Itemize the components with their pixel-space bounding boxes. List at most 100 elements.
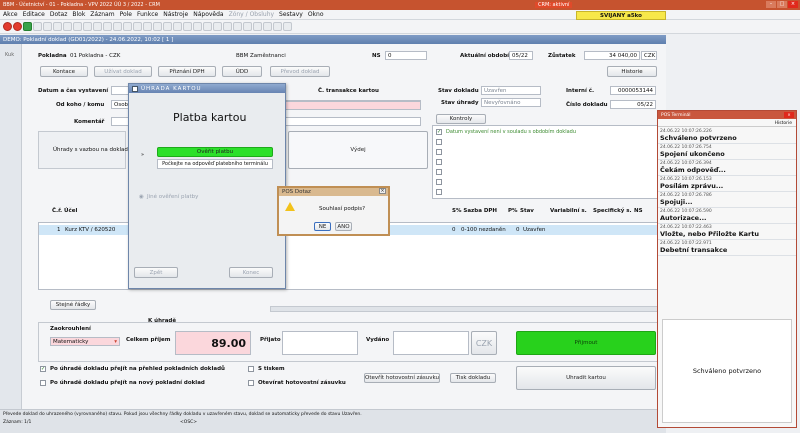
kontroly-check-1[interactable]: ✓	[436, 129, 442, 135]
aktualni-obdobi-field[interactable]: 05/22	[509, 51, 533, 60]
filter-icon[interactable]	[83, 22, 92, 31]
paste-icon[interactable]	[153, 22, 162, 31]
option-checkbox-2[interactable]	[40, 380, 46, 386]
list-item: 24.06.22 10:07:26.786 Spojuji...	[658, 192, 796, 208]
pos-no-button[interactable]: NE	[314, 222, 331, 231]
vydano-field[interactable]	[393, 331, 469, 355]
prizani-dph-button[interactable]: Přiznání DPH	[158, 66, 216, 77]
step-marker: »	[141, 152, 145, 158]
exit-icon[interactable]	[3, 22, 12, 31]
menu-item-napoveda[interactable]: Nápověda	[193, 11, 223, 18]
kontroly-check-4[interactable]	[436, 159, 442, 165]
delete-record-icon[interactable]	[43, 22, 52, 31]
zustatek-label: Zůstatek	[548, 53, 576, 59]
uhradit-kartou-button[interactable]: Uhradit kartou	[516, 366, 656, 390]
stejne-radky-button[interactable]: Stejné řádky	[50, 300, 96, 310]
kontroly-check-3[interactable]	[436, 149, 442, 155]
table-scrollbar[interactable]	[270, 306, 658, 312]
menu-item-okno[interactable]: Okno	[308, 11, 324, 18]
terminal-title-bar: POS Terminál ×	[658, 111, 796, 119]
od-koho-field[interactable]: Osob	[111, 100, 129, 109]
prijmout-button[interactable]: Přijmout	[516, 331, 656, 355]
minimize-icon[interactable]: –	[766, 1, 776, 8]
option-checkbox-4[interactable]	[248, 380, 254, 386]
next-record-icon[interactable]	[113, 22, 122, 31]
help-icon[interactable]	[283, 22, 292, 31]
menu-item-zony[interactable]: Zóny / Obsluhy	[229, 11, 274, 18]
od-koho-pink-field[interactable]	[285, 101, 421, 110]
calendar-icon[interactable]	[203, 22, 212, 31]
menu-item-editace[interactable]: Editace	[23, 11, 45, 18]
toolbar	[0, 20, 800, 34]
menu-item-funkce[interactable]: Funkce	[137, 11, 158, 18]
confirm-icon[interactable]	[23, 22, 32, 31]
pos-yes-button[interactable]: ANO	[335, 222, 352, 231]
menu-item-zaznam[interactable]: Záznam	[90, 11, 114, 18]
udd-button[interactable]: ÚDD	[222, 66, 262, 77]
prev-record-icon[interactable]	[103, 22, 112, 31]
check-icon[interactable]	[163, 22, 172, 31]
last-record-icon[interactable]	[123, 22, 132, 31]
datum-field[interactable]	[111, 86, 129, 95]
radio-icon[interactable]: ◉	[139, 194, 144, 200]
key-icon[interactable]	[173, 22, 182, 31]
kontroly-button[interactable]: Kontroly	[436, 114, 486, 124]
maximize-icon[interactable]: □	[777, 1, 787, 8]
option-checkbox-1[interactable]: ✓	[40, 366, 46, 372]
kontroly-check-5[interactable]	[436, 169, 442, 175]
copy-icon[interactable]	[143, 22, 152, 31]
overit-platbu-button[interactable]: Ověřit platbu	[157, 147, 273, 157]
zpet-button[interactable]: Zpět	[134, 267, 178, 278]
konec-button[interactable]: Konec	[229, 267, 273, 278]
chart-icon[interactable]	[223, 22, 232, 31]
status-osc: <OSC>	[180, 420, 198, 425]
close-icon[interactable]: ×	[788, 1, 798, 8]
menu-item-sestavy[interactable]: Sestavy	[279, 11, 303, 18]
zaokrouhleni-select[interactable]: Matematicky ▾	[50, 337, 120, 346]
menu-item-dotaz[interactable]: Dotaz	[50, 11, 67, 18]
otevrit-zasuvku-button[interactable]: Otevřít hotovostní zásuvku	[364, 373, 440, 383]
kontace-button[interactable]: Kontace	[40, 66, 88, 77]
menu-item-akce[interactable]: Akce	[3, 11, 18, 18]
save-icon[interactable]	[53, 22, 62, 31]
new-record-icon[interactable]	[33, 22, 42, 31]
kontroly-check-2[interactable]	[436, 139, 442, 145]
menu-item-nastroje[interactable]: Nástroje	[163, 11, 188, 18]
prevod-doklad-button[interactable]: Převod doklad	[270, 66, 330, 77]
historie-button[interactable]: Historie	[607, 66, 657, 77]
uzivat-doklad-button[interactable]: Užívat doklad	[94, 66, 152, 77]
terminal-close-icon[interactable]: ×	[784, 112, 794, 118]
window-controls[interactable]: – □ ×	[766, 1, 798, 8]
menu-item-blok[interactable]: Blok	[72, 11, 85, 18]
search-icon[interactable]	[73, 22, 82, 31]
grid-icon[interactable]	[193, 22, 202, 31]
pos-close-icon[interactable]: ×	[379, 188, 386, 194]
kontroly-check-6[interactable]	[436, 179, 442, 185]
email-icon[interactable]	[243, 22, 252, 31]
col-cr: Č.ř.	[52, 208, 63, 214]
menu-item-pole[interactable]: Pole	[120, 11, 132, 18]
calculator-icon[interactable]	[213, 22, 222, 31]
tisk-dokladu-button[interactable]: Tisk dokladu	[450, 373, 496, 383]
ns-field[interactable]: 0	[385, 51, 427, 60]
export-icon[interactable]	[263, 22, 272, 31]
czk-button[interactable]: CZK	[471, 331, 497, 355]
ns-label: NS	[372, 53, 381, 59]
option-checkbox-3[interactable]	[248, 366, 254, 372]
sum-icon[interactable]	[253, 22, 262, 31]
komentar-field[interactable]	[111, 117, 129, 126]
print-icon[interactable]	[63, 22, 72, 31]
kontroly-check-7[interactable]	[436, 189, 442, 195]
stop-icon[interactable]	[13, 22, 22, 31]
cislo-dokladu-field[interactable]: 05/22	[610, 100, 656, 109]
komentar-wide-field[interactable]	[285, 117, 421, 126]
refresh-icon[interactable]	[133, 22, 142, 31]
vydej-button[interactable]: Výdej	[288, 131, 428, 169]
terminal-history-button[interactable]: Historie	[775, 121, 792, 126]
note-icon[interactable]	[233, 22, 242, 31]
document-icon[interactable]	[273, 22, 282, 31]
prijato-field[interactable]	[282, 331, 358, 355]
first-record-icon[interactable]	[93, 22, 102, 31]
list-icon[interactable]	[183, 22, 192, 31]
zustatek-currency: CZK	[641, 51, 657, 60]
